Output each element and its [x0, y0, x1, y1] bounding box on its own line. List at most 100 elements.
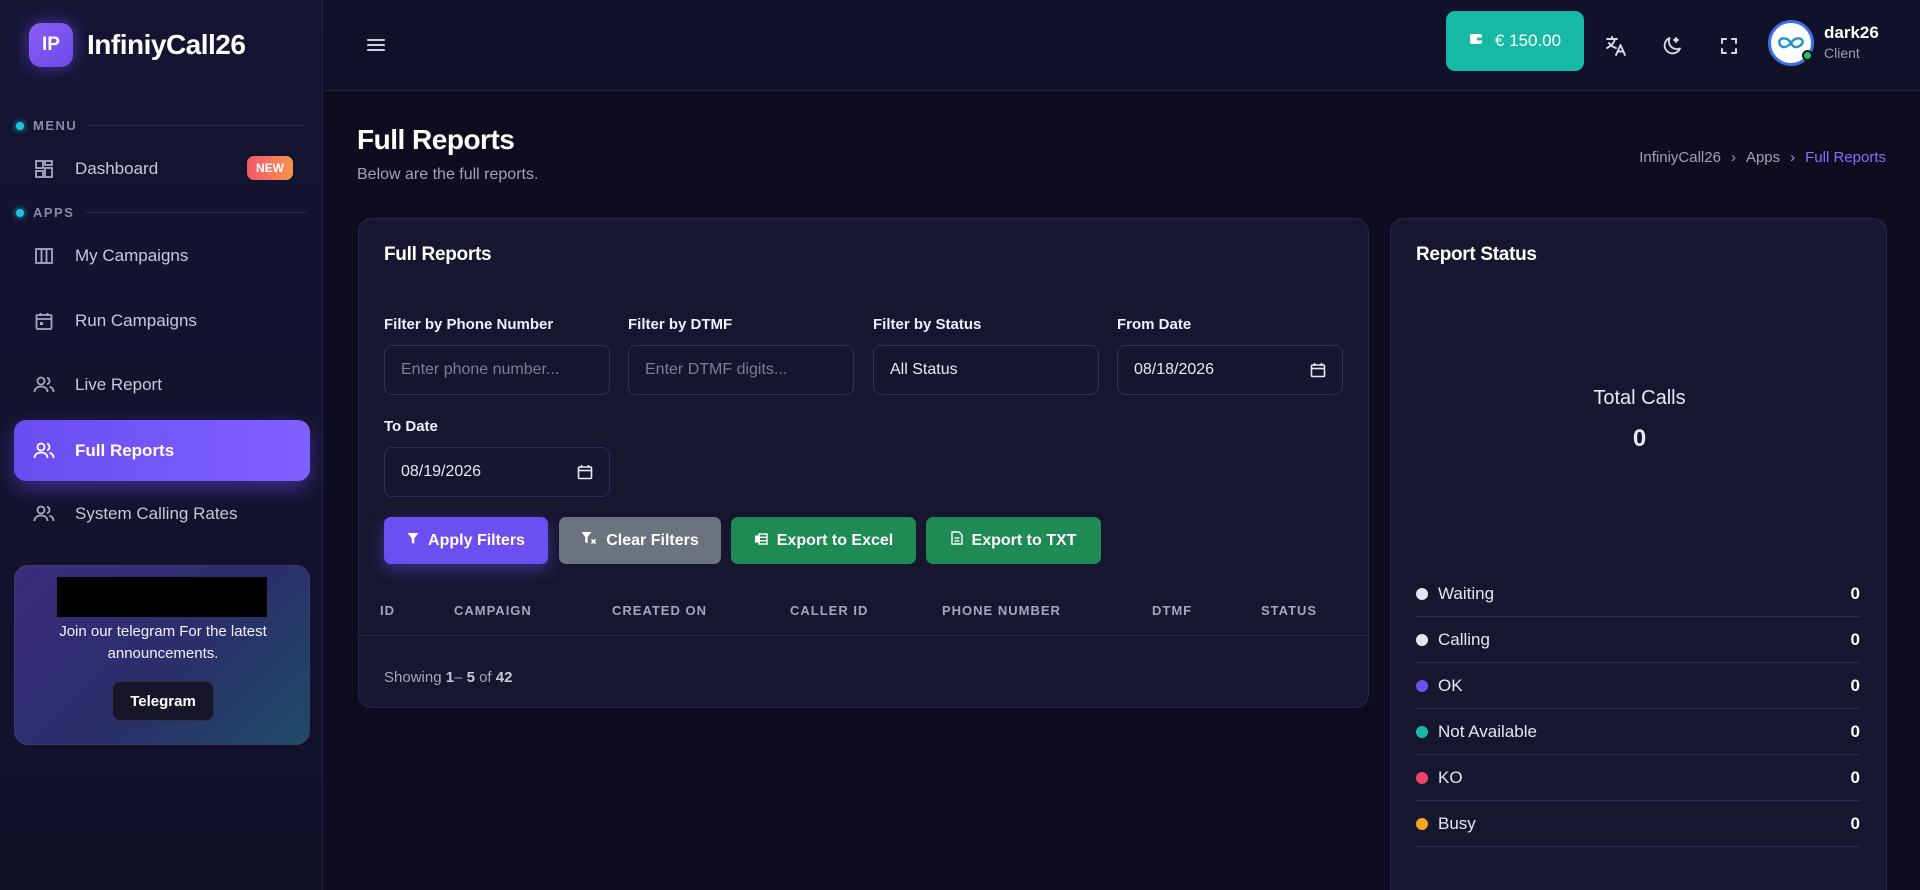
column-header-status[interactable]: STATUS [1261, 603, 1317, 618]
status-row-busy: Busy 0 [1416, 801, 1860, 847]
from-date-input[interactable]: 08/18/2026 [1117, 345, 1343, 395]
pagination-summary: Showing 1– 5 of 42 [384, 669, 512, 686]
status-count: 0 [1850, 721, 1860, 741]
breadcrumb-apps[interactable]: Apps [1746, 149, 1780, 166]
brand-logo: IP [29, 23, 73, 67]
sidebar-item-system-calling-rates[interactable]: System Calling Rates [14, 483, 310, 544]
column-header-id[interactable]: ID [380, 603, 395, 618]
dtmf-filter-label: Filter by DTMF [628, 316, 733, 333]
avatar[interactable] [1768, 20, 1814, 66]
breadcrumb-separator: › [1790, 149, 1796, 166]
menu-section-label: MENU [16, 118, 306, 133]
total-calls-value: 0 [1632, 425, 1647, 452]
status-count: 0 [1850, 675, 1860, 695]
calendar-icon[interactable] [1310, 362, 1326, 378]
dashboard-icon [32, 157, 56, 181]
status-label: Waiting [1438, 583, 1495, 603]
section-dot [16, 121, 24, 130]
status-select[interactable]: All Status [873, 345, 1099, 395]
showing-dash: – [454, 669, 467, 686]
fullscreen-icon[interactable] [1716, 33, 1742, 59]
status-row-not-available: Not Available 0 [1416, 709, 1860, 755]
column-header-phone-number[interactable]: PHONE NUMBER [942, 603, 1061, 618]
apps-section-label: APPS [16, 205, 306, 220]
user-name[interactable]: dark26 [1824, 23, 1879, 43]
brand[interactable]: IP InfiniyCall26 [29, 23, 246, 67]
status-row-calling: Calling 0 [1416, 617, 1860, 663]
from-date-value: 08/18/2026 [1134, 361, 1215, 378]
status-row-waiting: Waiting 0 [1416, 571, 1860, 617]
columns-icon [32, 244, 56, 268]
filter-icon [407, 532, 419, 550]
moon-icon[interactable] [1659, 33, 1685, 59]
from-date-label: From Date [1117, 316, 1192, 333]
menu-label: MENU [33, 118, 78, 133]
online-status-dot [1802, 50, 1813, 61]
apply-filters-button[interactable]: Apply Filters [384, 517, 548, 564]
status-filter-label: Filter by Status [873, 316, 982, 333]
table-header: ID CAMPAIGN CREATED ON CALLER ID PHONE N… [359, 591, 1369, 636]
translate-icon[interactable] [1603, 33, 1629, 59]
phone-number-input[interactable]: Enter phone number... [384, 345, 610, 395]
column-header-caller-id[interactable]: CALLER ID [790, 603, 868, 618]
breadcrumb-separator: › [1730, 149, 1736, 166]
users-icon [32, 439, 56, 463]
status-count: 0 [1850, 629, 1860, 649]
clear-filters-label: Clear Filters [606, 531, 699, 549]
export-excel-label: Export to Excel [776, 531, 894, 549]
clear-filters-button[interactable]: Clear Filters [559, 517, 721, 564]
section-dot [16, 208, 24, 217]
report-status-card: Report Status Total Calls 0 Waiting 0 Call… [1390, 218, 1887, 890]
sidebar-item-dashboard[interactable]: Dashboard NEW [14, 138, 310, 199]
showing-start: 1 [445, 669, 455, 686]
sidebar: IP InfiniyCall26 MENU Dashboard NEW APPS… [0, 0, 323, 890]
status-count: 0 [1850, 583, 1860, 603]
section-divider [86, 212, 306, 213]
status-dot [1416, 817, 1428, 830]
sidebar-item-my-campaigns[interactable]: My Campaigns [14, 225, 310, 286]
breadcrumb-home[interactable]: InfiniyCall26 [1639, 149, 1721, 166]
status-label: Not Available [1438, 721, 1537, 741]
export-txt-button[interactable]: Export to TXT [926, 517, 1101, 564]
file-text-icon [950, 531, 963, 550]
card-title: Report Status [1416, 244, 1537, 265]
export-excel-button[interactable]: Export to Excel [731, 517, 916, 564]
dtmf-input[interactable]: Enter DTMF digits... [628, 345, 854, 395]
status-label: KO [1438, 767, 1463, 787]
column-header-campaign[interactable]: CAMPAIGN [454, 603, 532, 618]
sidebar-item-full-reports[interactable]: Full Reports [14, 420, 310, 481]
phone-filter-label: Filter by Phone Number [384, 316, 554, 333]
status-dot [1416, 587, 1428, 600]
to-date-label: To Date [384, 418, 438, 435]
sidebar-item-run-campaigns[interactable]: Run Campaigns [14, 290, 310, 351]
to-date-input[interactable]: 08/19/2026 [384, 447, 610, 497]
total-calls-label: Total Calls [1593, 387, 1686, 409]
telegram-button[interactable]: Telegram [112, 681, 214, 721]
apply-filters-label: Apply Filters [428, 531, 525, 549]
status-label: OK [1438, 675, 1463, 695]
breadcrumb-current: Full Reports [1805, 149, 1886, 166]
export-txt-label: Export to TXT [971, 531, 1077, 549]
sidebar-item-live-report[interactable]: Live Report [14, 354, 310, 415]
calendar-icon[interactable] [577, 464, 593, 480]
to-date-value: 08/19/2026 [401, 463, 482, 480]
column-header-dtmf[interactable]: DTMF [1152, 603, 1192, 618]
excel-icon [754, 532, 768, 550]
showing-total: 42 [495, 669, 513, 686]
column-header-created-on[interactable]: CREATED ON [612, 603, 707, 618]
calendar-icon [32, 309, 56, 333]
status-row-ko: KO 0 [1416, 755, 1860, 801]
sidebar-item-label: My Campaigns [75, 245, 189, 265]
status-dot [1416, 633, 1428, 646]
sidebar-item-label: System Calling Rates [75, 503, 238, 523]
users-icon [32, 373, 56, 397]
balance-button[interactable]: € 150.00 [1446, 11, 1584, 71]
status-label: Busy [1438, 813, 1476, 833]
promo-image [57, 577, 267, 617]
status-label: Calling [1438, 629, 1490, 649]
menu-icon[interactable] [364, 33, 388, 57]
status-dot [1416, 725, 1428, 738]
card-title: Full Reports [384, 244, 492, 265]
sidebar-item-label: Run Campaigns [75, 310, 197, 330]
showing-end: 5 [466, 669, 475, 686]
